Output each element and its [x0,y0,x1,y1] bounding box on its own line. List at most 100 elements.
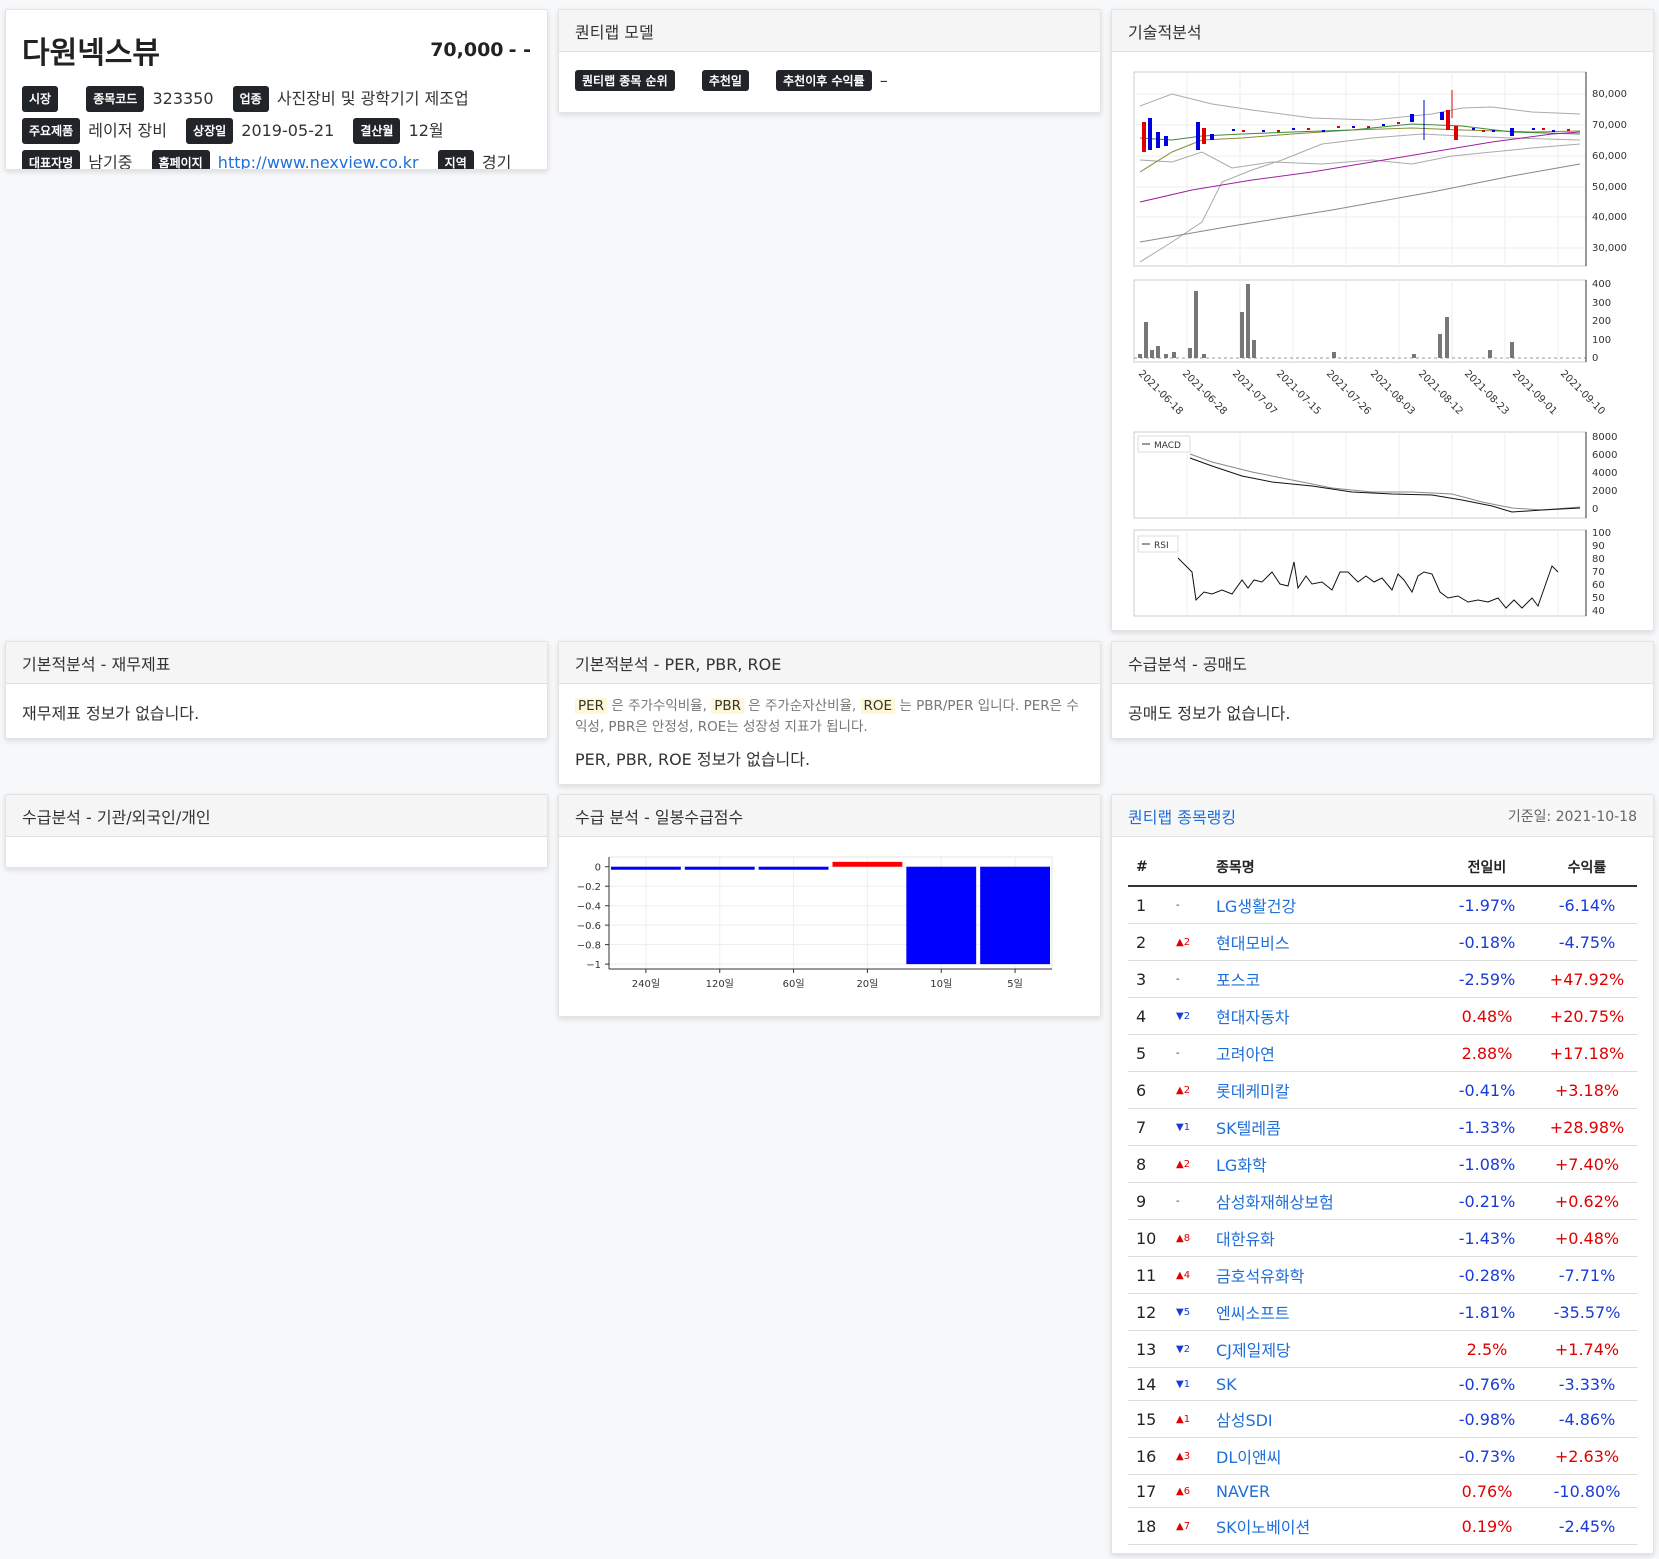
return-rate: -6.14% [1537,886,1637,924]
macd-tick: 6000 [1592,450,1617,461]
volume-axis: 400 300 200 100 0 [1592,279,1611,364]
ratios-empty: PER, PBR, ROE 정보가 없습니다. [575,750,811,769]
rank-change: ▼1 [1168,1367,1208,1401]
stock-name-link[interactable]: NAVER [1216,1482,1270,1501]
day-change: 2.5% [1437,1330,1537,1368]
rank-change: ▲4 [1168,1256,1208,1294]
ranking-row: 16 ▲3 DL이앤씨 -0.73% +2.63% [1128,1437,1637,1475]
stock-name-link[interactable]: SK이노베이션 [1216,1518,1310,1537]
homepage-label: 홈페이지 [151,150,210,169]
rank-number: 2 [1128,923,1168,961]
investor-card: 수급분석 - 기관/외국인/개인 [5,794,548,868]
day-change: -0.21% [1437,1182,1537,1220]
technical-chart: 80,000 70,000 60,000 50,000 40,000 30,00… [1133,71,1627,617]
x-tick-label: 5일 [1007,978,1023,990]
stock-name-link[interactable]: LG화학 [1216,1156,1267,1175]
ranking-title[interactable]: 퀀티랩 종목랭킹 [1128,804,1236,828]
stock-name-link[interactable]: 삼성SDI [1216,1411,1273,1430]
rank-number: 19 [1128,1544,1168,1553]
stock-name-link[interactable]: 엔씨소프트 [1216,1304,1290,1323]
rank-number: 3 [1128,960,1168,998]
stock-name-link[interactable]: 대한유화 [1216,1230,1275,1249]
ranking-row: 11 ▲4 금호석유화학 -0.28% -7.71% [1128,1256,1637,1294]
stock-name-link[interactable]: 고려아연 [1216,1045,1275,1064]
stock-name-link[interactable]: SK텔레콤 [1216,1119,1281,1138]
rank-number: 12 [1128,1293,1168,1331]
settle-label: 결산월 [353,118,401,144]
pbr-term: PBR [711,698,744,714]
day-change: -0.98% [1437,1400,1537,1438]
rank-number: 16 [1128,1437,1168,1475]
rsi-tick: 80 [1592,554,1605,565]
stock-name-link[interactable]: 삼성화재해상보험 [1216,1193,1334,1212]
macd-axis: 8000 6000 4000 2000 0 [1592,432,1617,515]
day-change: -2.59% [1437,960,1537,998]
quantilab-model-title: 퀀티랩 모델 [575,22,654,42]
stock-name-link[interactable]: LG생활건강 [1216,897,1296,916]
return-rate: -10.80% [1537,1474,1637,1508]
quantilab-model-card: 퀀티랩 모델 퀀티랩 종목 순위 추천일 추천이후 수익률 – [558,9,1101,113]
rank-change: ▲2 [1168,1145,1208,1183]
rsi-tick: 40 [1592,606,1605,617]
supply-bar [980,866,1050,965]
stock-name-link[interactable]: 포스코 [1216,971,1260,990]
return-rate: +0.48% [1537,1219,1637,1257]
homepage-link[interactable]: http://www.nexview.co.kr [218,153,419,169]
technical-title: 기술적분석 [1128,22,1202,42]
recommend-return-value: – [879,71,888,90]
date-tick: 2021-06-28 [1180,368,1229,417]
ranking-row: 15 ▲1 삼성SDI -0.98% -4.86% [1128,1400,1637,1438]
code-label: 종목코드 [86,86,145,112]
return-rate: -7.71% [1537,1256,1637,1294]
day-change: 0.76% [1437,1474,1537,1508]
short-empty: 공매도 정보가 없습니다. [1128,704,1291,723]
y-tick-label: −0.6 [577,921,601,932]
day-change: -1.81% [1437,1293,1537,1331]
macd-tick: 0 [1592,504,1598,515]
stock-name-link[interactable]: 금호석유화학 [1216,1267,1304,1286]
technical-card: 기술적분석 80,000 70,000 60,000 50,000 40,000… [1111,9,1654,631]
supply-card: 수급 분석 - 일봉수급점수 0 −0.2 −0.4 −0.6 −0.8 −1 240일 12… [558,794,1101,1017]
price-axis: 80,000 70,000 60,000 50,000 40,000 30,00… [1592,89,1627,254]
return-rate: +20.75% [1537,997,1637,1035]
stock-name-link[interactable]: 롯데케미칼 [1216,1082,1290,1101]
macd-tick: 8000 [1592,432,1617,443]
ratios-card: 기본적분석 - PER, PBR, ROE PER 은 주가수익비율, PBR … [558,641,1101,785]
rank-change: ▼2 [1168,997,1208,1035]
financial-card: 기본적분석 - 재무제표 재무제표 정보가 없습니다. [5,641,548,739]
market-label: 시장 [22,86,59,112]
ranking-row: 14 ▼1 SK -0.76% -3.33% [1128,1367,1637,1401]
stock-name-link[interactable]: SK [1216,1375,1237,1394]
stock-name-link[interactable]: DL이앤씨 [1216,1448,1281,1467]
day-change: -1.08% [1437,1145,1537,1183]
return-rate: -35.57% [1537,1293,1637,1331]
per-desc: 은 주가수익비율, [611,698,707,714]
supply-bar [684,866,755,870]
y-tick-label: −1 [586,960,601,971]
volume-tick: 0 [1592,353,1598,364]
day-change: 2.88% [1437,1034,1537,1072]
rsi-tick: 100 [1592,528,1611,539]
rsi-tick: 70 [1592,567,1605,578]
volume-tick: 200 [1592,316,1611,327]
ranking-row: 7 ▼1 SK텔레콤 -1.33% +28.98% [1128,1108,1637,1146]
price-tick: 40,000 [1592,212,1627,223]
rsi-tick: 90 [1592,541,1605,552]
x-tick-label: 240일 [632,978,660,990]
stock-name-link[interactable]: 현대모비스 [1216,934,1290,953]
return-rate: -21.38% [1537,1544,1637,1553]
supply-bar [611,866,681,870]
rank-number: 6 [1128,1071,1168,1109]
day-change: -1.97% [1437,886,1537,924]
rank-change: ▲7 [1168,1507,1208,1545]
stock-name-link[interactable]: 현대자동차 [1216,1008,1290,1027]
rank-change: ▼5 [1168,1293,1208,1331]
y-tick-label: −0.2 [577,882,601,893]
date-axis: 2021-06-18 2021-06-28 2021-07-07 2021-07… [1136,368,1607,417]
stock-name-link[interactable]: CJ제일제당 [1216,1341,1291,1360]
rank-change: ▼2 [1168,1330,1208,1368]
col-name: 종목명 [1208,849,1437,887]
col-day-change: 전일비 [1437,849,1537,887]
ratios-title: 기본적분석 - PER, PBR, ROE [575,654,782,674]
volume-tick: 100 [1592,335,1611,346]
